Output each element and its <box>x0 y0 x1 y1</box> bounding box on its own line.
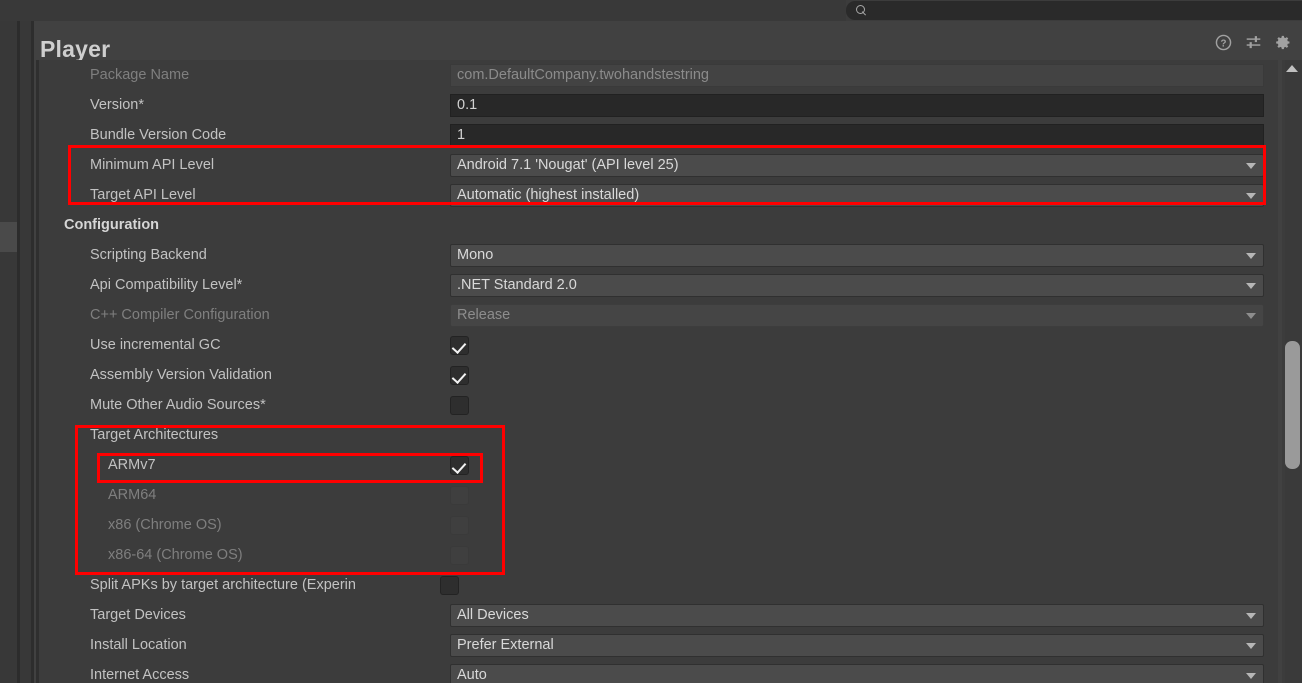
row-label: Install Location <box>90 637 187 653</box>
search-icon <box>856 5 867 16</box>
settings-row: Bundle Version Code 1 <box>36 120 1278 150</box>
page-title: Player <box>40 36 111 62</box>
dropdown-select[interactable]: Auto <box>450 663 1264 683</box>
checkbox[interactable] <box>450 365 469 385</box>
settings-row: Scripting Backend Mono <box>36 240 1278 270</box>
row-label: Use incremental GC <box>90 337 221 353</box>
chevron-down-icon <box>1246 162 1256 169</box>
help-icon[interactable]: ? <box>1215 34 1232 51</box>
checkbox[interactable] <box>440 575 459 595</box>
settings-row: Internet Access Auto <box>36 660 1278 683</box>
svg-text:?: ? <box>1221 38 1227 49</box>
checkbox <box>450 515 469 535</box>
dropdown-select[interactable]: Android 7.1 'Nougat' (API level 25) <box>450 153 1264 177</box>
dropdown-value: Auto <box>457 667 487 683</box>
row-label: x86 (Chrome OS) <box>108 517 222 533</box>
gear-icon[interactable] <box>1275 34 1292 51</box>
settings-row: Target Architectures <box>36 420 1278 450</box>
scrollbar-thumb[interactable] <box>1285 341 1300 469</box>
settings-row: Use incremental GC <box>36 330 1278 360</box>
settings-row: Split APKs by target architecture (Exper… <box>36 570 1278 600</box>
panel-header-icons: ? <box>1215 34 1292 51</box>
dropdown-value: Android 7.1 'Nougat' (API level 25) <box>457 157 679 173</box>
dropdown-select[interactable]: .NET Standard 2.0 <box>450 273 1264 297</box>
row-label: ARM64 <box>108 487 157 503</box>
checkbox[interactable] <box>450 335 469 355</box>
settings-scroll-body: Package Name com.DefaultCompany.twohandst… <box>36 60 1278 683</box>
chevron-down-icon <box>1246 612 1256 619</box>
top-toolbar <box>0 0 1302 21</box>
checkbox[interactable] <box>450 395 469 415</box>
row-label: ARMv7 <box>108 457 156 473</box>
dropdown-select: Release <box>450 303 1264 327</box>
chevron-down-icon <box>1246 672 1256 679</box>
text-input[interactable]: 1 <box>450 123 1264 147</box>
row-label: Scripting Backend <box>90 247 207 263</box>
settings-row: Api Compatibility Level* .NET Standard 2.… <box>36 270 1278 300</box>
left-rail-selected-marker[interactable] <box>0 222 17 252</box>
row-label: Minimum API Level <box>90 157 215 173</box>
chevron-down-icon <box>1246 252 1256 259</box>
checkbox <box>450 545 469 565</box>
chevron-down-icon <box>1246 192 1256 199</box>
settings-row: Assembly Version Validation <box>36 360 1278 390</box>
checkbox[interactable] <box>450 455 469 475</box>
settings-row: Target Devices All Devices <box>36 600 1278 630</box>
dropdown-value: .NET Standard 2.0 <box>457 277 577 293</box>
toolbar-left-area <box>0 0 846 21</box>
chevron-down-icon <box>1246 642 1256 649</box>
dropdown-select[interactable]: All Devices <box>450 603 1264 627</box>
dropdown-select[interactable]: Prefer External <box>450 633 1264 657</box>
row-label: Package Name <box>90 67 190 83</box>
settings-row: Version* 0.1 <box>36 90 1278 120</box>
row-label: Internet Access <box>90 667 190 683</box>
settings-row: Target API Level Automatic (highest insta… <box>36 180 1278 210</box>
row-label: Assembly Version Validation <box>90 367 272 383</box>
settings-row: Minimum API Level Android 7.1 'Nougat' (A… <box>36 150 1278 180</box>
dropdown-select[interactable]: Mono <box>450 243 1264 267</box>
row-label: Target Architectures <box>90 427 219 443</box>
settings-row: Install Location Prefer External <box>36 630 1278 660</box>
settings-rows: Package Name com.DefaultCompany.twohandst… <box>36 60 1278 683</box>
row-label: Target API Level <box>90 187 196 203</box>
row-label: Bundle Version Code <box>90 127 227 143</box>
search-input[interactable] <box>873 4 1253 17</box>
left-rail-inner <box>20 21 31 683</box>
chevron-down-icon <box>1246 282 1256 289</box>
row-label: x86-64 (Chrome OS) <box>108 547 243 563</box>
dropdown-value: All Devices <box>457 607 529 623</box>
scroll-up-arrow-icon[interactable] <box>1286 65 1298 72</box>
text-input[interactable]: 0.1 <box>450 93 1264 117</box>
settings-row: Mute Other Audio Sources* <box>36 390 1278 420</box>
dropdown-select[interactable]: Automatic (highest installed) <box>450 183 1264 207</box>
dropdown-value: Automatic (highest installed) <box>457 187 640 203</box>
settings-row: Package Name com.DefaultCompany.twohandst… <box>36 60 1278 90</box>
text-input: com.DefaultCompany.twohandstestring <box>450 63 1264 87</box>
settings-row: C++ Compiler Configuration Release <box>36 300 1278 330</box>
row-label: Version* <box>90 97 145 113</box>
checkbox <box>450 485 469 505</box>
inspector-panel: Player ? Package Name com.DefaultCompany.… <box>34 21 1302 683</box>
section-header: Configuration <box>64 217 160 233</box>
row-label: Mute Other Audio Sources* <box>90 397 266 413</box>
settings-row: ARM64 <box>36 480 1278 510</box>
preset-icon[interactable] <box>1245 34 1262 51</box>
row-label: C++ Compiler Configuration <box>90 307 270 323</box>
row-label: Target Devices <box>90 607 186 623</box>
settings-row: x86-64 (Chrome OS) <box>36 540 1278 570</box>
search-field[interactable] <box>846 1 1302 20</box>
left-rail-outer <box>0 21 17 683</box>
vertical-scrollbar[interactable] <box>1282 60 1302 683</box>
settings-row: ARMv7 <box>36 450 1278 480</box>
chevron-down-icon <box>1246 312 1256 319</box>
row-label: Api Compatibility Level* <box>90 277 243 293</box>
dropdown-value: Prefer External <box>457 637 554 653</box>
dropdown-value: Mono <box>457 247 494 263</box>
row-label: Split APKs by target architecture (Exper… <box>90 577 356 593</box>
unity-player-settings-window: Player ? Package Name com.DefaultCompany.… <box>0 0 1302 683</box>
dropdown-value: Release <box>457 307 511 323</box>
settings-row: x86 (Chrome OS) <box>36 510 1278 540</box>
settings-row: Configuration <box>36 210 1278 240</box>
